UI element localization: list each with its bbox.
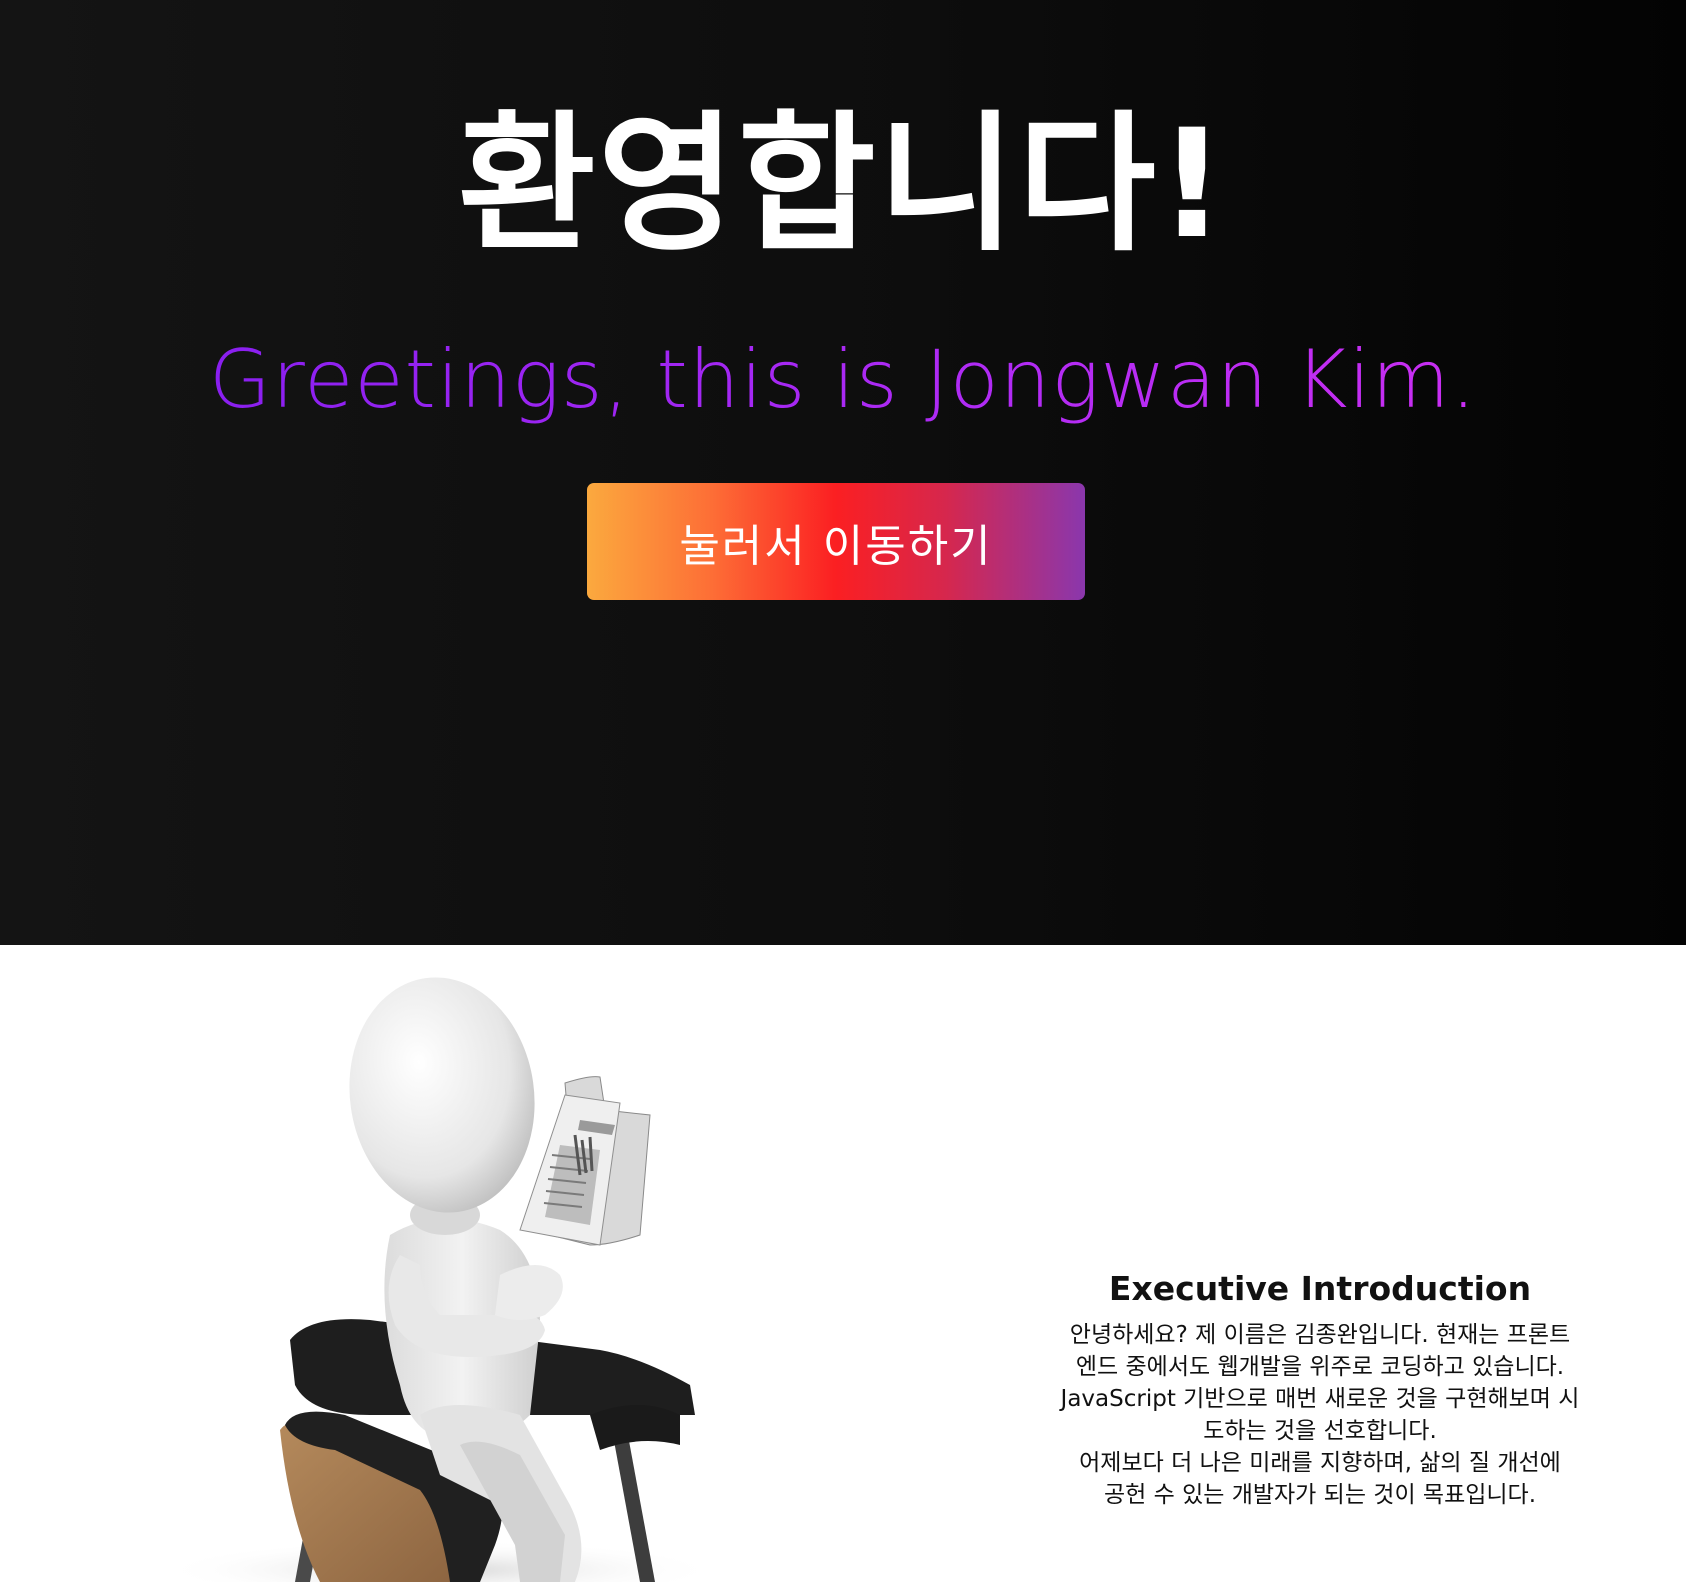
navigate-button[interactable]: 눌러서 이동하기	[587, 483, 1085, 600]
hero-subtitle-text: Greetings, this is Jongwan Kim.	[208, 333, 1478, 426]
intro-line: 엔드 중에서도 웹개발을 위주로 코딩하고 있습니다.	[1075, 1354, 1565, 1380]
intro-body: 안녕하세요? 제 이름은 김종완입니다. 현재는 프론트 엔드 중에서도 웹개발…	[1020, 1319, 1620, 1511]
intro-heading: Executive Introduction	[1108, 1269, 1532, 1308]
intro-text-block: Executive Introduction 안녕하세요? 제 이름은 김종완입…	[1020, 1267, 1620, 1511]
intro-line: 어제보다 더 나은 미래를 지향하며, 삶의 질 개선에	[1079, 1450, 1561, 1476]
intro-line: JavaScript 기반으로 매번 새로운 것을 구현해보며 시	[1060, 1386, 1580, 1412]
intro-line: 도하는 것을 선호합니다.	[1203, 1418, 1437, 1444]
hero-section: 환영합니다! Greetings, this is Jongwan Kim. 눌…	[0, 0, 1686, 945]
intro-line: 공헌 수 있는 개발자가 되는 것이 목표입니다.	[1103, 1482, 1537, 1508]
hero-title: 환영합니다!	[457, 98, 1229, 272]
person-reading-newspaper-icon	[160, 977, 720, 1582]
newspaper-icon	[519, 1076, 651, 1246]
hero-subtitle: Greetings, this is Jongwan Kim.	[0, 330, 1686, 430]
intro-line: 안녕하세요? 제 이름은 김종완입니다. 현재는 프론트	[1069, 1322, 1571, 1348]
intro-section: Executive Introduction 안녕하세요? 제 이름은 김종완입…	[0, 945, 1686, 1582]
